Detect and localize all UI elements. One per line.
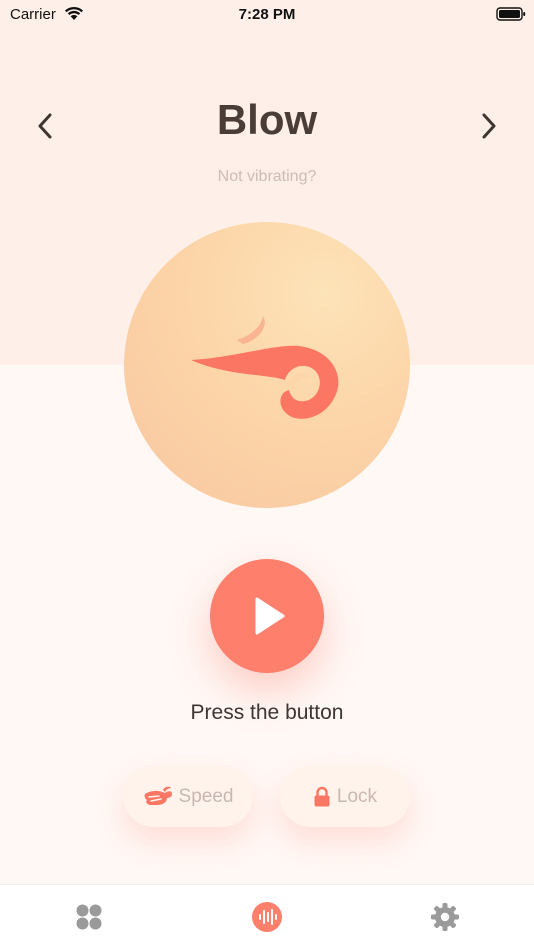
status-bar: Carrier 7:28 PM [0, 0, 534, 30]
tab-modes[interactable] [69, 897, 109, 937]
lock-label: Lock [336, 785, 378, 807]
chevron-right-icon [482, 113, 496, 139]
gear-icon [431, 903, 459, 931]
mode-title: Blow [216, 96, 318, 143]
grid-icon [76, 904, 102, 930]
tab-settings[interactable] [425, 897, 465, 937]
sound-wave-icon [252, 902, 282, 932]
lock-button[interactable]: Lock [280, 766, 410, 827]
speed-label: Speed [178, 785, 234, 807]
press-button-hint: Press the button [190, 701, 344, 724]
battery-icon [496, 7, 526, 21]
blow-wind-icon [191, 316, 339, 419]
play-button[interactable] [210, 559, 324, 673]
rabbit-icon [144, 786, 172, 805]
clock-time: 7:28 PM [238, 6, 296, 23]
next-mode-button[interactable] [471, 108, 507, 144]
play-icon [255, 597, 285, 635]
lock-icon [314, 786, 330, 806]
tab-sound[interactable] [247, 897, 287, 937]
not-vibrating-link[interactable]: Not vibrating? [0, 168, 534, 186]
speed-button[interactable]: Speed [123, 766, 253, 827]
mode-illustration [124, 222, 410, 508]
tab-bar [0, 884, 534, 950]
